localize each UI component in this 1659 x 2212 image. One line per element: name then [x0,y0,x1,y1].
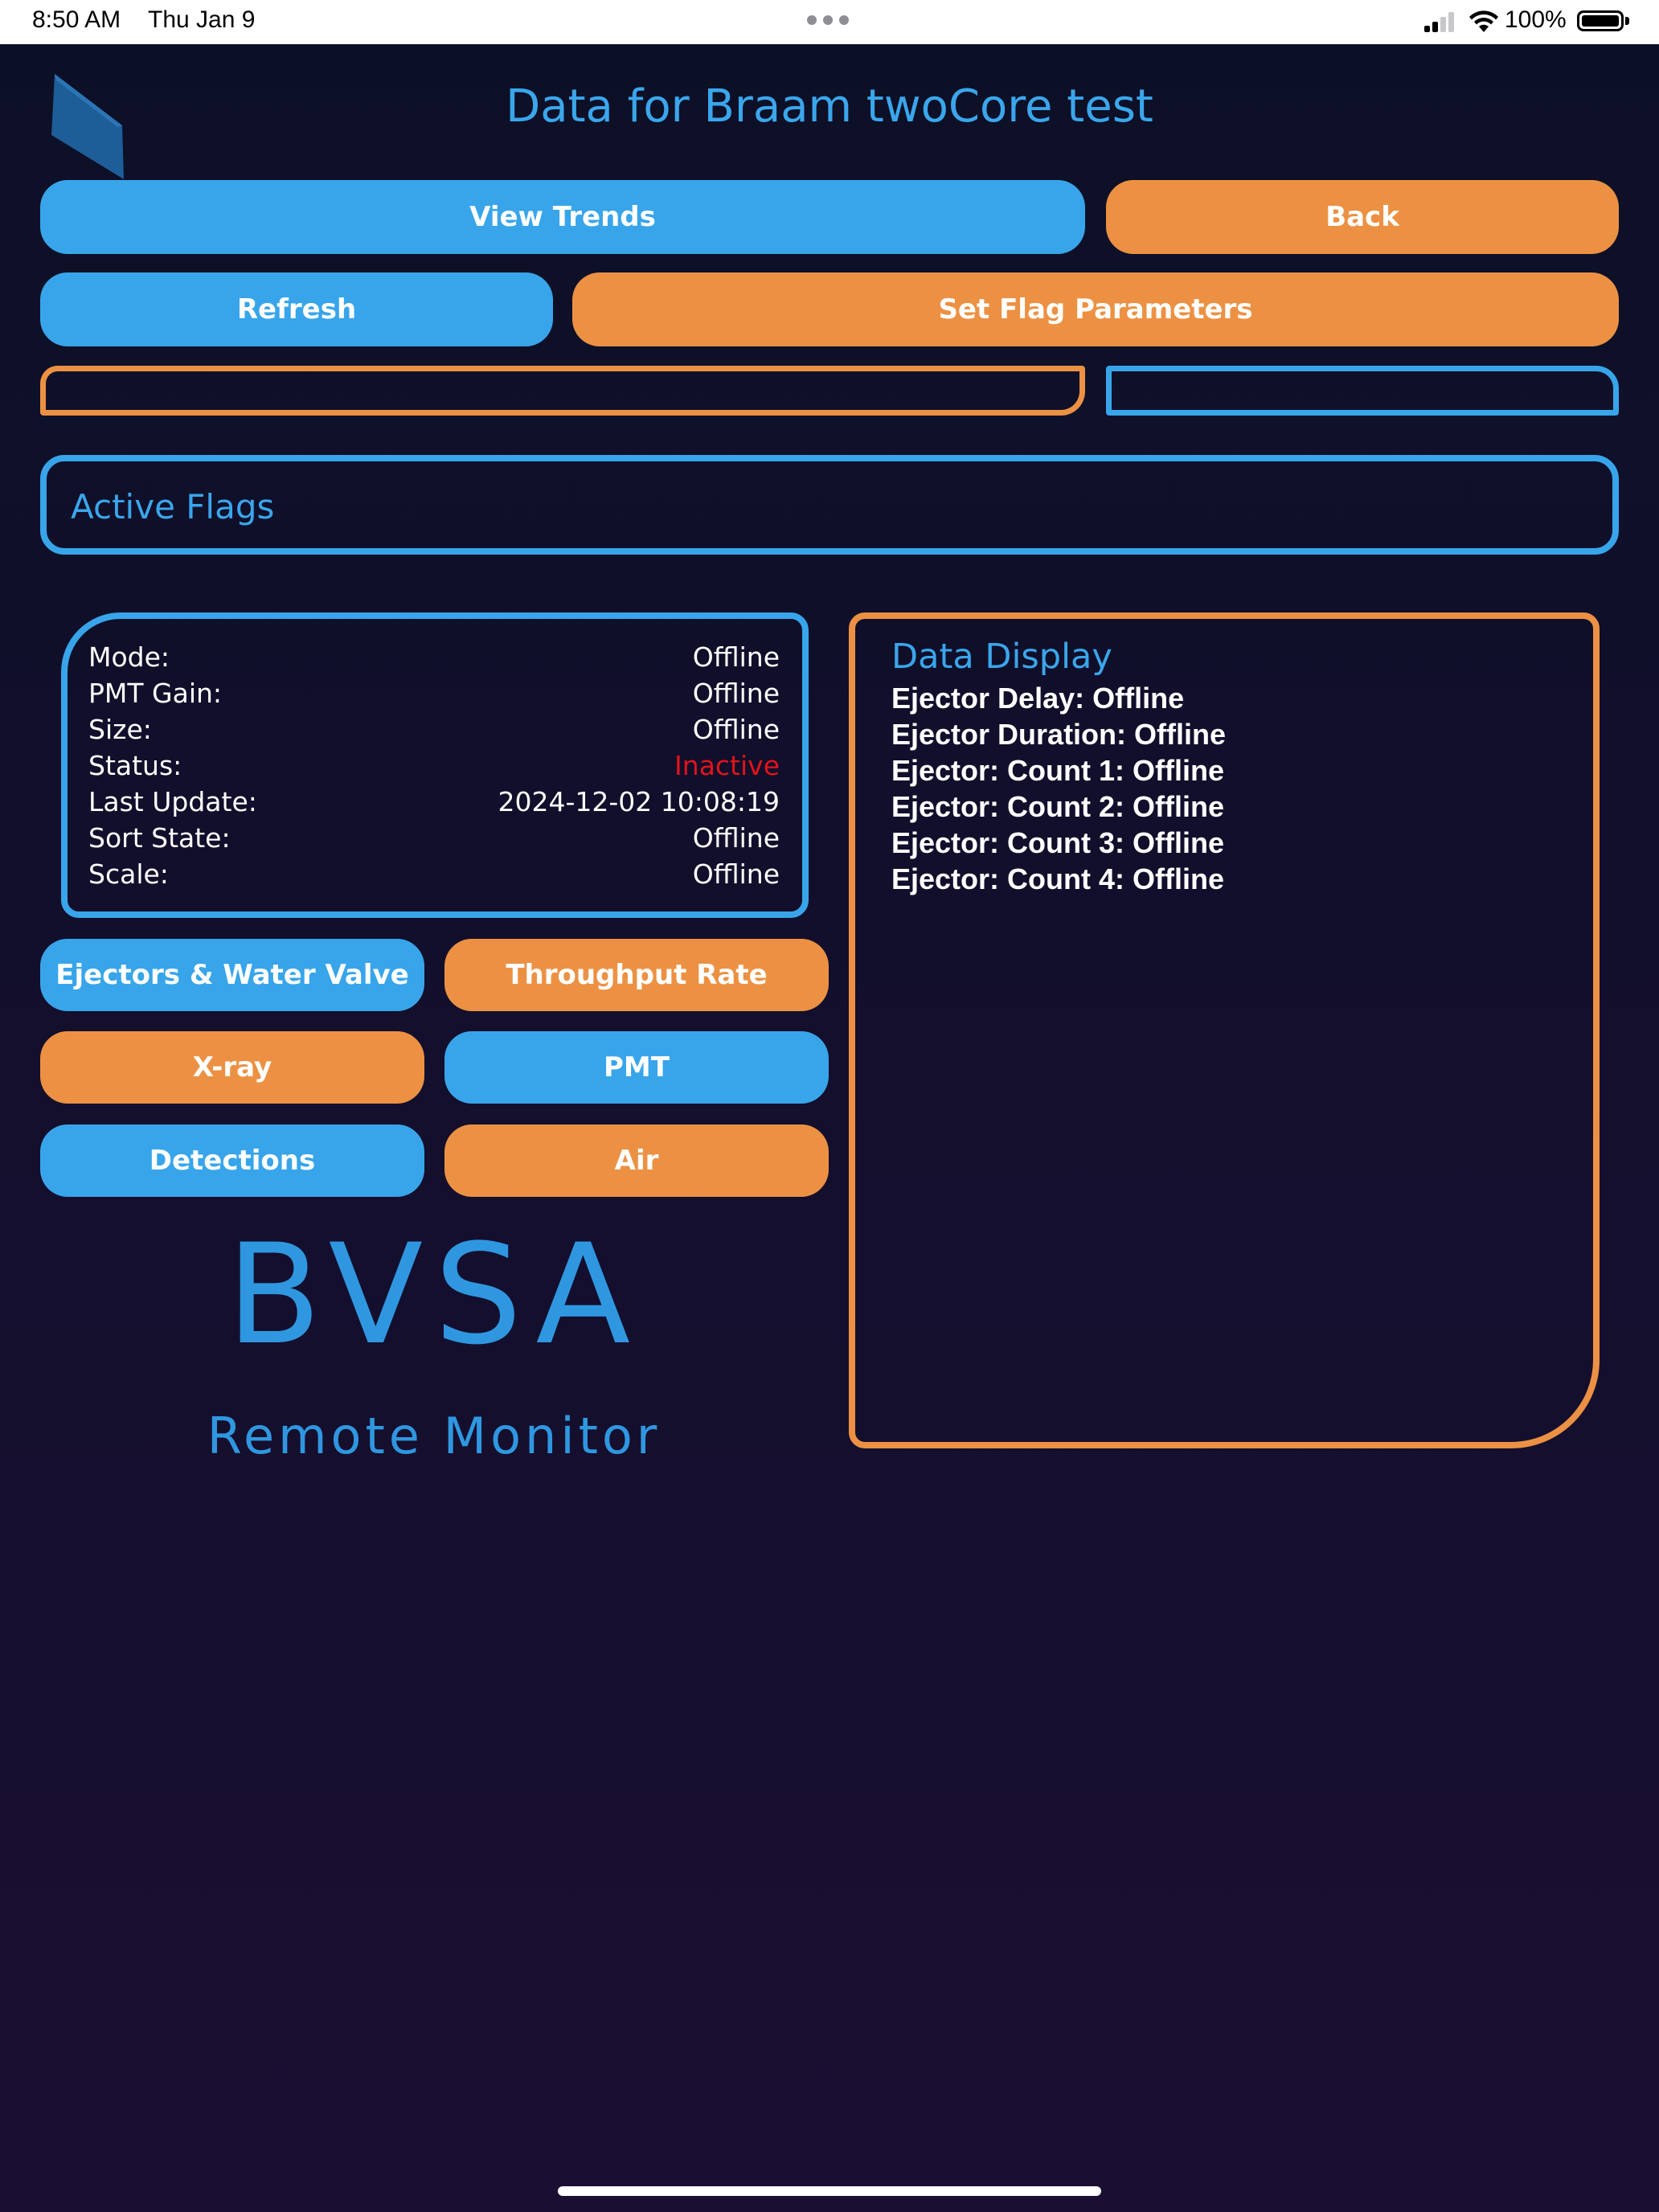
info-value: Offline [692,678,780,709]
info-row-mode: Mode: Offline [88,641,780,677]
status-bar: 8:50 AM Thu Jan 9 100% [0,0,1659,44]
info-label: Size: [88,714,152,745]
set-flag-parameters-button[interactable]: Set Flag Parameters [572,272,1619,346]
data-display-title: Data Display [891,637,1112,677]
page-title: Data for Braam twoCore test [506,80,1153,133]
info-row-size: Size: Offline [88,714,780,749]
ejectors-water-valve-button[interactable]: Ejectors & Water Valve [40,939,424,1011]
status-value: Inactive [674,750,780,781]
info-row-last-update: Last Update: 2024-12-02 10:08:19 [88,786,780,821]
xray-button[interactable]: X-ray [40,1031,424,1104]
refresh-button[interactable]: Refresh [40,272,553,346]
status-time: 8:50 AM [32,6,121,33]
info-row-scale: Scale: Offline [88,858,780,894]
bvsa-logo: BVSA [226,1214,642,1375]
data-line-ejector-count-1: Ejector: Count 1: Offline [891,754,1224,787]
throughput-rate-button[interactable]: Throughput Rate [444,939,829,1011]
orange-status-bar [40,366,1085,416]
info-row-sort-state: Sort State: Offline [88,822,780,858]
status-date: Thu Jan 9 [148,6,256,33]
data-line-ejector-delay: Ejector Delay: Offline [891,682,1185,715]
info-value: Offline [692,641,780,673]
data-line-ejector-count-3: Ejector: Count 3: Offline [891,826,1224,859]
wifi-icon [1469,10,1498,32]
battery-icon [1577,10,1624,31]
data-line-ejector-count-4: Ejector: Count 4: Offline [891,862,1224,895]
back-button[interactable]: Back [1106,180,1619,254]
info-label: Sort State: [88,822,231,854]
active-flags-panel: Active Flags [40,455,1619,555]
info-value: Offline [692,858,780,890]
info-label: Scale: [88,858,169,890]
info-value: Offline [692,714,780,745]
view-trends-button[interactable]: View Trends [40,180,1085,254]
pmt-button[interactable]: PMT [444,1031,829,1104]
blue-status-bar [1106,366,1619,416]
active-flags-label: Active Flags [71,487,275,526]
info-value: Offline [692,822,780,854]
multitasking-dots-icon[interactable] [807,15,852,27]
air-button[interactable]: Air [444,1124,829,1197]
info-label: Status: [88,750,182,781]
battery-nub [1625,17,1629,25]
remote-monitor-tagline: Remote Monitor [207,1407,662,1465]
data-line-ejector-count-2: Ejector: Count 2: Offline [891,790,1224,823]
data-line-ejector-duration: Ejector Duration: Offline [891,718,1227,751]
battery-percentage: 100% [1505,6,1567,33]
info-label: Mode: [88,641,170,673]
info-label: PMT Gain: [88,678,223,709]
cellular-signal-icon [1424,11,1460,32]
info-label: Last Update: [88,786,257,817]
home-indicator[interactable] [558,2186,1101,2196]
detections-button[interactable]: Detections [40,1124,424,1197]
info-row-status: Status: Inactive [88,750,780,785]
info-row-pmt-gain: PMT Gain: Offline [88,678,780,713]
info-value: 2024-12-02 10:08:19 [498,786,780,817]
